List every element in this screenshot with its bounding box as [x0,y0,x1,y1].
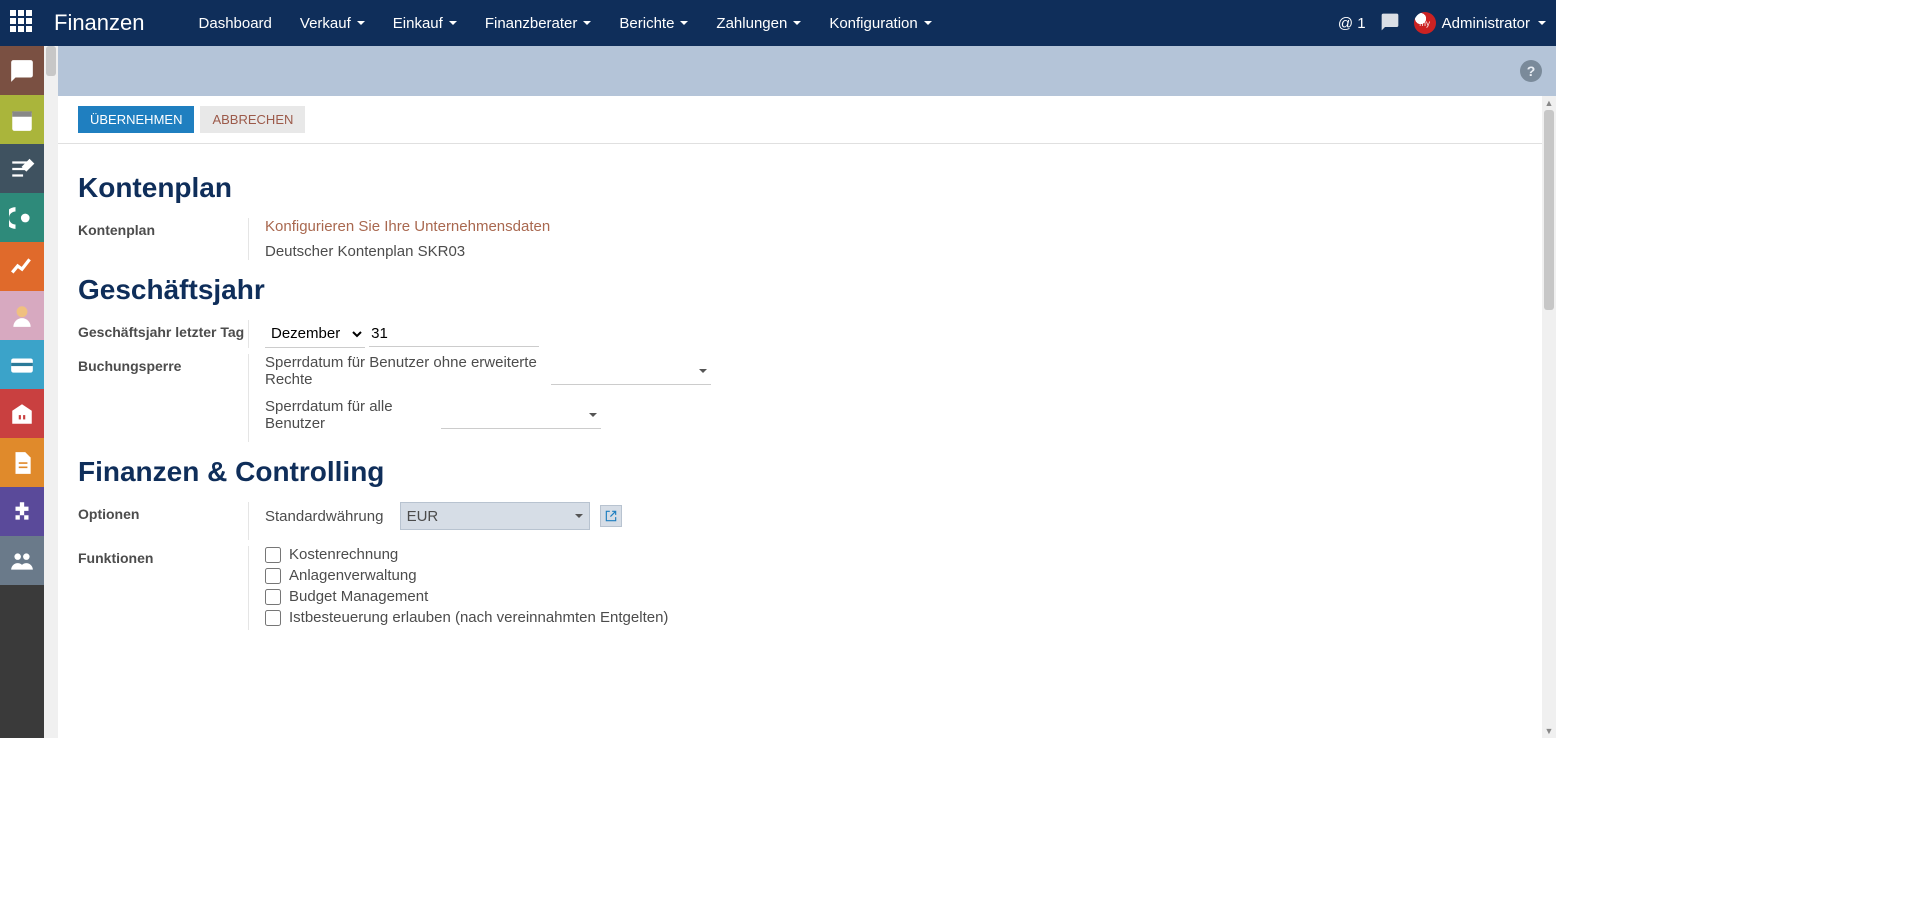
action-button-row: ÜBERNEHMEN ABBRECHEN [58,96,1556,144]
label-functions: Funktionen [78,546,248,630]
menu-konfiguration[interactable]: Konfiguration [815,3,945,44]
menu-label: Einkauf [393,15,443,32]
check-label: Anlagenverwaltung [289,567,417,584]
chevron-down-icon [449,21,457,25]
sidebar-tile-apps[interactable] [0,487,44,536]
checkbox-anlagenverwaltung[interactable] [265,568,281,584]
label-lock-all: Sperrdatum für alle Benutzer [265,398,435,432]
sidebar-tile-contacts[interactable] [0,193,44,242]
lock-date-all-field[interactable] [441,401,601,429]
label-options: Optionen [78,502,248,540]
cancel-button[interactable]: ABBRECHEN [200,106,305,133]
chevron-down-icon [1538,21,1546,25]
apps-grid-icon[interactable] [10,10,36,36]
currency-value: EUR [407,508,439,525]
chevron-down-icon [357,21,365,25]
help-icon[interactable]: ? [1520,60,1542,82]
user-name: Administrator [1442,15,1530,32]
top-navbar: Finanzen Dashboard Verkauf Einkauf Finan… [0,0,1556,46]
sidebar-tile-support[interactable] [0,291,44,340]
checkbox-kostenrechnung[interactable] [265,547,281,563]
check-label: Kostenrechnung [289,546,398,563]
scroll-down-icon[interactable]: ▼ [1544,725,1554,737]
chevron-down-icon [583,21,591,25]
menu-label: Berichte [619,15,674,32]
kontenplan-value: Deutscher Kontenplan SKR03 [265,243,465,260]
currency-select[interactable]: EUR [400,502,590,530]
settings-form: Kontenplan Kontenplan Konfigurieren Sie … [58,144,1556,676]
main-menu: Dashboard Verkauf Einkauf Finanzberater … [185,3,1338,44]
sidebar-tile-calendar[interactable] [0,95,44,144]
checkbox-istbesteuerung[interactable] [265,610,281,626]
configure-company-link[interactable]: Konfigurieren Sie Ihre Unternehmensdaten [265,218,550,235]
sidebar-tile-sales[interactable] [0,242,44,291]
menu-label: Dashboard [199,15,272,32]
label-currency: Standardwährung [265,508,383,525]
chevron-down-icon [575,514,583,518]
control-panel-band: ? [58,46,1556,96]
label-last-day: Geschäftsjahr letzter Tag [78,320,248,348]
main-content: ? ÜBERNEHMEN ABBRECHEN Kontenplan Konten… [58,46,1556,738]
user-menu[interactable]: my Administrator [1414,12,1546,34]
sidebar-tile-users[interactable] [0,536,44,585]
avatar-icon: my [1414,12,1436,34]
chevron-down-icon [680,21,688,25]
checkbox-budget[interactable] [265,589,281,605]
menu-label: Zahlungen [716,15,787,32]
menu-label: Finanzberater [485,15,578,32]
notification-badge[interactable]: @ 1 [1338,15,1366,32]
fiscal-month-select[interactable]: Dezember [265,320,365,348]
app-brand: Finanzen [54,10,145,36]
menu-einkauf[interactable]: Einkauf [379,3,471,44]
menu-label: Verkauf [300,15,351,32]
menu-berichte[interactable]: Berichte [605,3,702,44]
section-title-kontenplan: Kontenplan [78,172,1536,204]
label-kontenplan: Kontenplan [78,218,248,260]
sidebar-tile-company[interactable] [0,389,44,438]
chat-icon[interactable] [1380,12,1400,35]
menu-label: Konfiguration [829,15,917,32]
left-icon-sidebar [0,46,44,738]
menu-finanzberater[interactable]: Finanzberater [471,3,606,44]
label-lock-users: Sperrdatum für Benutzer ohne erweiterte … [265,354,545,388]
menu-zahlungen[interactable]: Zahlungen [702,3,815,44]
menu-verkauf[interactable]: Verkauf [286,3,379,44]
content-scrollbar[interactable]: ▲ ▼ [1542,96,1556,738]
topbar-right: @ 1 my Administrator [1338,12,1546,35]
check-label: Istbesteuerung erlauben (nach vereinnahm… [289,609,668,626]
sidebar-tile-notes[interactable] [0,144,44,193]
section-title-geschaeftsjahr: Geschäftsjahr [78,274,1536,306]
lock-date-users-field[interactable] [551,357,711,385]
check-label: Budget Management [289,588,428,605]
menu-dashboard[interactable]: Dashboard [185,3,286,44]
left-scrollbar[interactable] [44,46,58,738]
fiscal-day-input[interactable] [369,321,539,347]
external-link-icon[interactable] [600,505,622,527]
label-lock: Buchungsperre [78,354,248,442]
chevron-down-icon [699,369,707,373]
section-title-finctrl: Finanzen & Controlling [78,456,1536,488]
apply-button[interactable]: ÜBERNEHMEN [78,106,194,133]
scroll-up-icon[interactable]: ▲ [1544,97,1554,109]
sidebar-tile-payments[interactable] [0,340,44,389]
chevron-down-icon [924,21,932,25]
chevron-down-icon [793,21,801,25]
chevron-down-icon [589,413,597,417]
sidebar-tile-discuss[interactable] [0,46,44,95]
sidebar-tile-documents[interactable] [0,438,44,487]
